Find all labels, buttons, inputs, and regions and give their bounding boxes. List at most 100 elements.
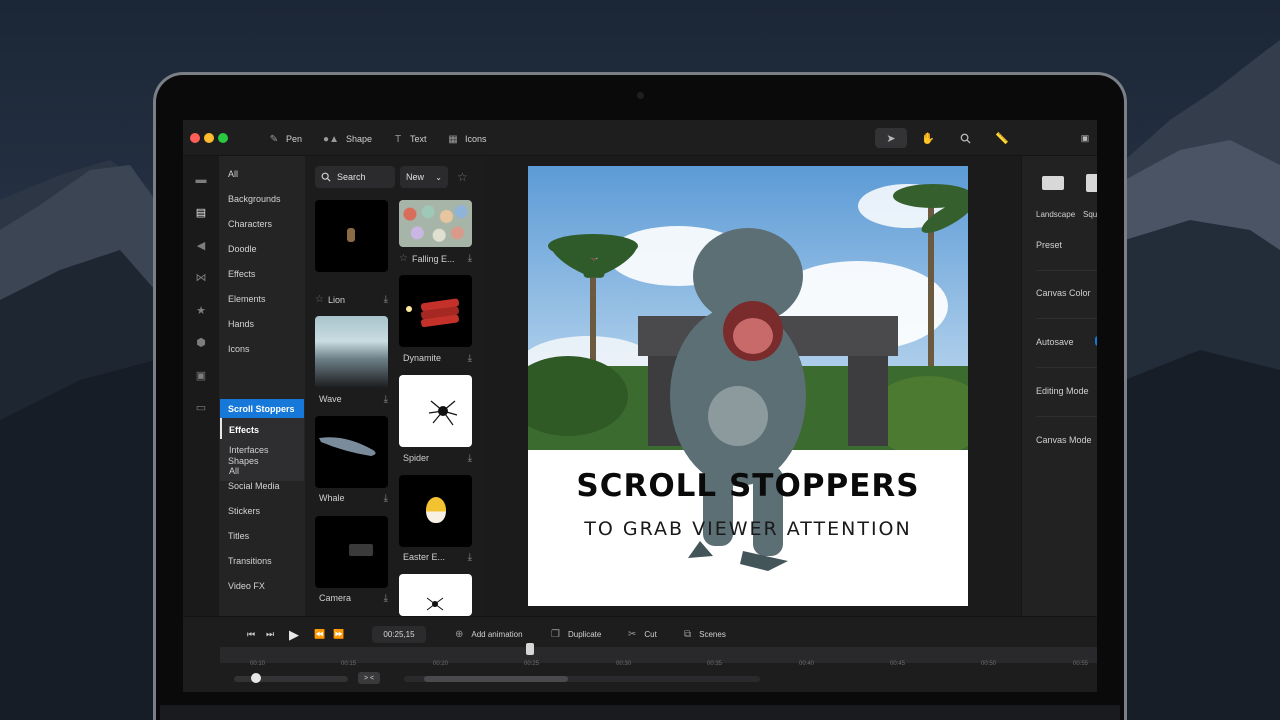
asset-thumb-whale[interactable] <box>315 416 388 488</box>
asset-thumb-easter-egg[interactable] <box>399 475 472 547</box>
category-item[interactable]: Elements <box>228 294 266 304</box>
artboard-headline[interactable]: SCROLL STOPPERS <box>528 468 968 504</box>
step-forward-icon[interactable]: ⏭ <box>266 629 274 640</box>
download-icon[interactable]: ⤓ <box>468 353 472 364</box>
category-item[interactable]: Video FX <box>228 581 265 591</box>
orientation-landscape[interactable] <box>1042 176 1064 190</box>
video-icon[interactable]: ▣ <box>195 369 207 382</box>
subcategory-indicator <box>220 418 222 439</box>
category-item[interactable]: All <box>228 169 238 179</box>
tick-label: 00:25 <box>524 661 540 667</box>
asset-thumb-camera[interactable] <box>315 516 388 588</box>
favorites-star-icon[interactable]: ☆ <box>457 170 468 184</box>
gear-icon[interactable]: ⬢ <box>195 336 207 349</box>
category-item[interactable]: Effects <box>228 269 255 279</box>
scenes-button[interactable]: ⧉ Scenes <box>684 629 726 640</box>
category-item-scroll-stoppers[interactable]: Scroll Stoppers <box>220 399 304 418</box>
category-item[interactable]: Transitions <box>228 556 272 566</box>
minimize-window-button[interactable] <box>204 133 214 143</box>
dinosaur-scene-image <box>528 166 968 606</box>
subcategory-item[interactable]: Effects <box>229 425 259 435</box>
pen-tool[interactable]: ✎ Pen <box>268 132 302 146</box>
ruler-tool-button[interactable]: 📏 <box>986 128 1018 148</box>
download-icon[interactable]: ⤓ <box>468 552 472 563</box>
orientation-label-square: Squa <box>1083 210 1097 219</box>
asset-thumb-spider[interactable] <box>399 375 472 447</box>
category-item[interactable]: Shapes <box>228 456 259 466</box>
timecode-display[interactable]: 00:25,15 <box>372 626 426 643</box>
select-tool-button[interactable]: ➤ <box>875 128 907 148</box>
asset-name: Dynamite <box>403 353 442 363</box>
category-item[interactable]: Hands <box>228 319 254 329</box>
plus-circle-icon: ⊕ <box>455 629 464 640</box>
download-icon[interactable]: ⤓ <box>384 493 388 504</box>
category-item[interactable]: Titles <box>228 531 249 541</box>
favorite-star-icon[interactable]: ☆ <box>315 294 324 305</box>
category-item[interactable]: Icons <box>228 344 250 354</box>
orientation-square[interactable] <box>1086 174 1097 192</box>
download-icon[interactable]: ⤓ <box>468 453 472 464</box>
artboard[interactable]: SCROLL STOPPERS TO GRAB VIEWER ATTENTION <box>528 166 968 606</box>
play-icon[interactable]: ▶ <box>289 627 299 643</box>
category-item[interactable]: Backgrounds <box>228 194 281 204</box>
download-icon[interactable]: ⤓ <box>384 394 388 405</box>
artboard-subline[interactable]: TO GRAB VIEWER ATTENTION <box>528 518 968 540</box>
select-arrow-icon: ➤ <box>886 132 896 145</box>
shape-icon: ●▲ <box>323 133 339 145</box>
pen-tool-label: Pen <box>286 134 303 144</box>
zoom-slider-knob[interactable] <box>251 673 261 683</box>
maximize-window-button[interactable] <box>218 133 228 143</box>
asset-thumb-dynamite[interactable] <box>399 275 472 347</box>
zoom-fit-button[interactable]: > < <box>358 672 380 684</box>
save-button[interactable]: ▣ <box>1073 128 1097 148</box>
subcategory-list: Effects Interfaces All <box>220 418 304 481</box>
download-icon[interactable]: ⤓ <box>468 253 472 264</box>
clapper-icon[interactable]: ▤ <box>195 206 207 219</box>
timeline-scrollbar-thumb[interactable] <box>424 676 568 682</box>
download-icon[interactable]: ⤓ <box>384 294 388 305</box>
star-icon[interactable]: ★ <box>195 304 207 317</box>
add-animation-label: Add animation <box>471 630 523 639</box>
divider <box>1036 318 1097 319</box>
sort-dropdown[interactable]: New ⌄ <box>400 166 448 188</box>
category-item[interactable]: Doodle <box>228 244 257 254</box>
subcategory-item[interactable]: All <box>229 466 239 476</box>
lion-figure <box>347 228 355 242</box>
shape-tool[interactable]: ●▲ Shape <box>322 132 372 146</box>
close-window-button[interactable] <box>190 133 200 143</box>
add-animation-button[interactable]: ⊕ Add animation <box>455 629 523 640</box>
autosave-toggle[interactable] <box>1095 336 1097 346</box>
skip-start-icon[interactable]: ⏮ <box>247 629 255 640</box>
bowtie-icon[interactable]: ⋈ <box>195 271 207 284</box>
zoom-tool-button[interactable] <box>949 128 981 148</box>
asset-thumb-spider-2[interactable] <box>399 574 472 616</box>
download-icon[interactable]: ⤓ <box>384 593 388 604</box>
asset-label-wave: Wave ⤓ <box>315 394 388 405</box>
folder-icon[interactable]: ▬ <box>195 174 207 186</box>
playhead-handle[interactable] <box>526 643 534 655</box>
speaker-icon[interactable]: ◀ <box>195 239 207 252</box>
category-item[interactable]: Social Media <box>228 481 280 491</box>
category-item[interactable]: Stickers <box>228 506 260 516</box>
asset-thumb-lion[interactable] <box>315 200 388 272</box>
hand-tool-button[interactable]: ✋ <box>912 128 944 148</box>
asset-name: Camera <box>319 593 352 603</box>
rewind-icon[interactable]: ⏪ <box>314 629 325 640</box>
icons-tool[interactable]: ▦ Icons <box>447 132 486 146</box>
asset-thumb-wave[interactable] <box>315 316 388 388</box>
duplicate-button[interactable]: ❐ Duplicate <box>551 629 601 640</box>
fast-forward-icon[interactable]: ⏩ <box>333 629 344 640</box>
category-item[interactable]: Characters <box>228 219 272 229</box>
search-placeholder: Search <box>337 172 366 182</box>
cut-button[interactable]: ✂ Cut <box>628 629 657 640</box>
subcategory-item[interactable]: Interfaces <box>229 445 269 455</box>
scenes-icon: ⧉ <box>684 629 692 640</box>
keyboard-icon[interactable]: ▭ <box>195 401 207 414</box>
text-icon: T <box>394 133 402 145</box>
asset-thumb-falling-eggs[interactable] <box>399 200 472 247</box>
search-input[interactable]: Search <box>315 166 395 188</box>
text-tool[interactable]: T Text <box>392 132 427 146</box>
asset-label-easter-egg: Easter E... ⤓ <box>399 552 472 563</box>
favorite-star-icon[interactable]: ☆ <box>399 253 408 264</box>
webcam <box>637 92 644 99</box>
